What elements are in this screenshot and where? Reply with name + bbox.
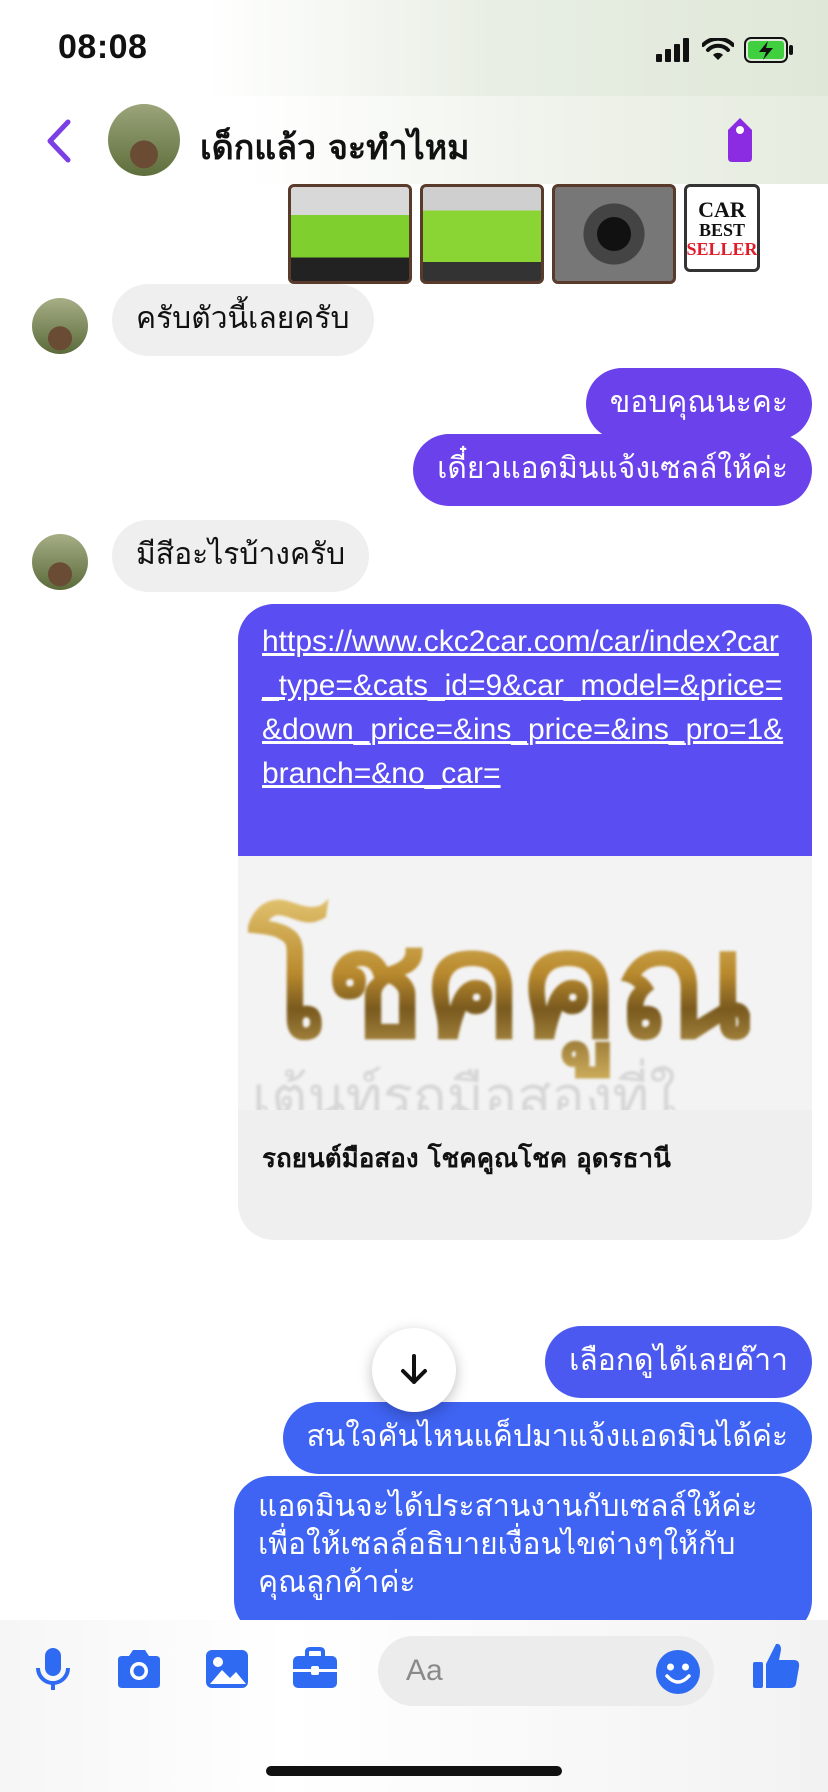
dealer-logo-subtext: เต้นท์รถมือสองที่ใ xyxy=(252,1065,677,1110)
back-icon[interactable] xyxy=(40,116,80,166)
composer-bar xyxy=(0,1620,828,1792)
sender-avatar[interactable] xyxy=(32,534,88,590)
outgoing-message[interactable]: เลือกดูได้เลยค๊าา xyxy=(545,1326,812,1398)
contact-avatar[interactable] xyxy=(108,104,180,176)
link-preview-image[interactable]: โชคคูณ เต้นท์รถมือสองที่ใ xyxy=(238,856,812,1110)
link-preview-card[interactable]: https://www.ckc2car.com/car/index?car_ty… xyxy=(238,604,812,1240)
car-image-strip[interactable]: CAR BEST SELLER xyxy=(288,184,808,288)
outgoing-message[interactable]: สนใจคันไหนแค็ปมาแจ้งแอดมินได้ค่ะ xyxy=(282,1402,812,1474)
status-time: 08:08 xyxy=(58,28,148,66)
wifi-icon xyxy=(702,38,734,60)
outgoing-message[interactable]: เดี๋ยวแอดมินแจ้งเซลล์ให้ค่ะ xyxy=(413,434,812,506)
outgoing-message[interactable]: ขอบคุณนะคะ xyxy=(585,368,812,440)
battery-charging-icon xyxy=(744,37,793,63)
badge-line-2: BEST xyxy=(698,219,746,240)
arrow-down-icon xyxy=(401,1354,427,1384)
chat-header: เด็กแล้ว จะทำไหม xyxy=(0,96,828,184)
car-photo-front[interactable] xyxy=(288,184,412,284)
outgoing-message[interactable]: แอดมินจะได้ประสานงานกับเซลล์ให้ค่ะ เพื่อ… xyxy=(234,1476,812,1620)
car-photo-interior[interactable] xyxy=(552,184,676,284)
sender-avatar[interactable] xyxy=(32,298,88,354)
scroll-to-bottom-button[interactable] xyxy=(372,1328,456,1412)
image-icon[interactable] xyxy=(202,1644,252,1694)
briefcase-icon[interactable] xyxy=(290,1644,340,1694)
home-indicator xyxy=(266,1766,562,1776)
message-line: แอดมินจะได้ประสานงานกับเซลล์ให้ค่ะ xyxy=(258,1489,758,1524)
camera-icon[interactable] xyxy=(114,1644,164,1694)
tag-icon[interactable] xyxy=(720,116,760,164)
message-line: เพื่อให้เซลล์อธิบายเงื่อนไขต่างๆให้กับ xyxy=(258,1527,736,1562)
link-title[interactable]: รถยนต์มือสอง โชคคูณโชค อุดรธานี xyxy=(262,1138,671,1179)
contact-name[interactable]: เด็กแล้ว จะทำไหม xyxy=(200,120,470,174)
badge-line-3: SELLER xyxy=(686,238,758,259)
like-icon[interactable] xyxy=(750,1640,802,1692)
incoming-message[interactable]: ครับตัวนี้เลยครับ xyxy=(112,284,374,356)
badge-line-1: CAR xyxy=(698,196,746,222)
link-url-area[interactable]: https://www.ckc2car.com/car/index?car_ty… xyxy=(238,604,812,856)
status-icons xyxy=(656,34,794,66)
message-line: คุณลูกค้าค่ะ xyxy=(258,1565,416,1600)
incoming-message[interactable]: มีสีอะไรบ้างครับ xyxy=(112,520,370,592)
link-url[interactable]: https://www.ckc2car.com/car/index?car_ty… xyxy=(262,620,788,796)
car-photo-rear[interactable] xyxy=(420,184,544,284)
car-best-seller-badge: CAR BEST SELLER xyxy=(684,184,760,272)
mic-icon[interactable] xyxy=(28,1644,78,1694)
signal-icon xyxy=(656,38,689,62)
status-bar: 08:08 xyxy=(0,0,828,96)
emoji-icon[interactable] xyxy=(654,1648,702,1696)
